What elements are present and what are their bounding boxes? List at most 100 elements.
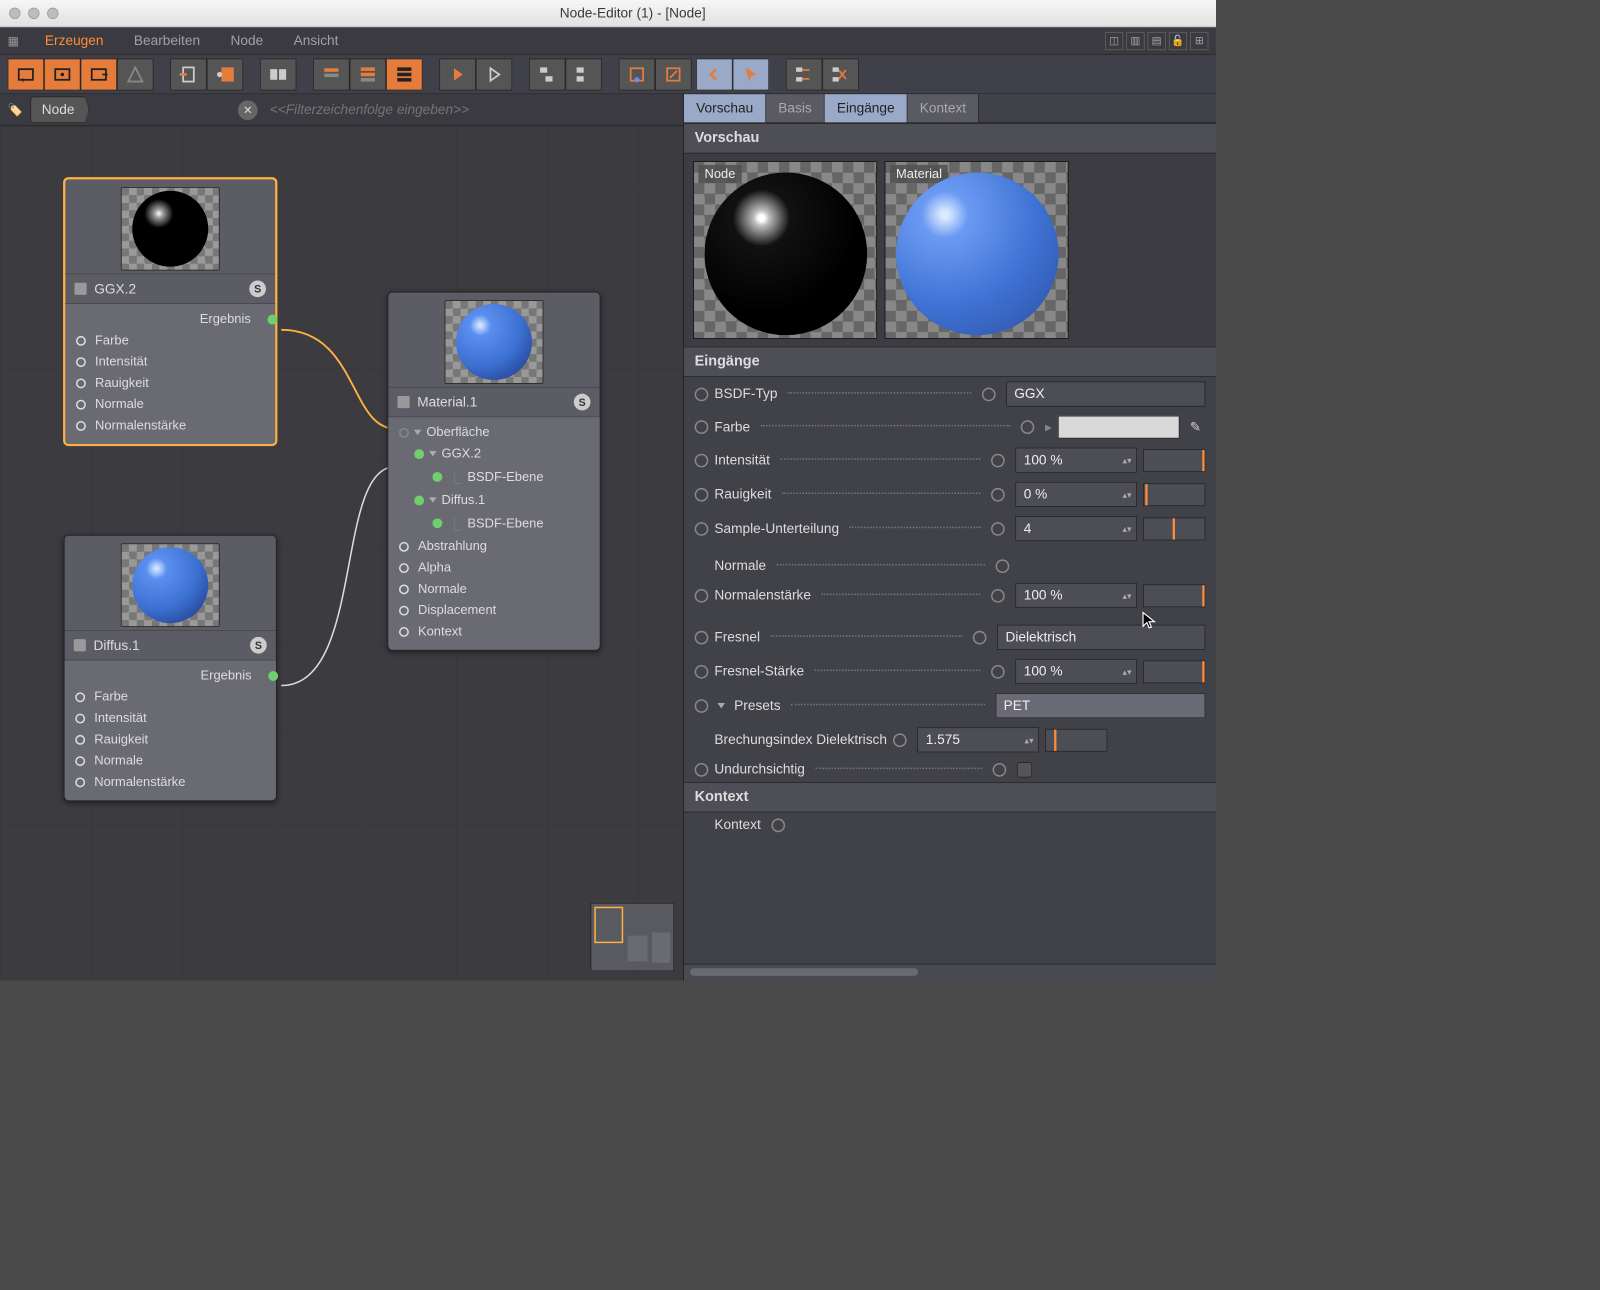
link-icon[interactable] <box>996 559 1010 573</box>
panel-scrollbar[interactable] <box>684 964 1216 981</box>
zoom-window-icon[interactable] <box>47 8 58 19</box>
intensitat-slider[interactable] <box>1143 449 1205 472</box>
solo-badge-icon[interactable]: S <box>250 637 267 654</box>
keyframe-icon[interactable] <box>695 699 709 713</box>
port-farbe[interactable]: Farbe <box>65 686 276 707</box>
toolbar-import[interactable] <box>170 58 206 90</box>
link-icon[interactable] <box>991 522 1005 536</box>
link-icon[interactable] <box>991 453 1005 467</box>
bsdf-typ-dropdown[interactable]: GGX <box>1006 382 1205 407</box>
tree-bsdf2[interactable]: ⎿BSDF-Ebene <box>388 511 599 536</box>
toolbar-route-1[interactable] <box>786 58 822 90</box>
toolbar-list-2[interactable] <box>350 58 386 90</box>
menu-bearbeiten[interactable]: Bearbeiten <box>129 30 204 52</box>
link-icon[interactable] <box>771 818 785 832</box>
toolbar-list-1[interactable] <box>313 58 349 90</box>
port-intensitat[interactable]: Intensität <box>65 351 275 372</box>
port-output-ergebnis[interactable]: Ergebnis <box>65 309 275 330</box>
fresnel-starke-field[interactable]: 100 %▴▾ <box>1015 659 1137 684</box>
close-window-icon[interactable] <box>9 8 20 19</box>
fresnel-dropdown[interactable]: Dielektrisch <box>997 625 1205 650</box>
intensitat-field[interactable]: 100 %▴▾ <box>1015 448 1137 473</box>
toolbar-export[interactable] <box>207 58 243 90</box>
port-alpha[interactable]: Alpha <box>388 557 599 578</box>
filter-input[interactable] <box>262 97 678 122</box>
port-intensitat[interactable]: Intensität <box>65 708 276 729</box>
lock-icon[interactable]: 🔓 <box>1169 32 1187 50</box>
link-icon[interactable] <box>991 589 1005 603</box>
toolbar-pointer[interactable] <box>733 58 769 90</box>
port-normalenstarke[interactable]: Normalenstärke <box>65 415 275 436</box>
preview-node[interactable]: Node <box>693 161 877 339</box>
toolbar-nav-back[interactable] <box>696 58 732 90</box>
app-grid-icon[interactable]: ▦ <box>8 33 19 48</box>
link-icon[interactable] <box>973 630 987 644</box>
link-icon[interactable] <box>991 665 1005 679</box>
keyframe-icon[interactable] <box>695 630 709 644</box>
toolbar-detach[interactable] <box>260 58 296 90</box>
breadcrumb-node[interactable]: Node <box>30 97 89 124</box>
fresnel-starke-slider[interactable] <box>1143 660 1205 683</box>
preview-material[interactable]: Material <box>885 161 1069 339</box>
layout-3-icon[interactable]: ▤ <box>1148 32 1166 50</box>
keyframe-icon[interactable] <box>695 453 709 467</box>
keyframe-icon[interactable] <box>695 420 709 434</box>
port-output-ergebnis[interactable]: Ergebnis <box>65 665 276 686</box>
brechungsindex-field[interactable]: 1.575▴▾ <box>917 727 1039 752</box>
toolbar-align-2[interactable] <box>565 58 601 90</box>
port-normale[interactable]: Normale <box>388 578 599 599</box>
toolbar-play[interactable] <box>439 58 475 90</box>
tab-eingange[interactable]: Eingänge <box>825 94 908 122</box>
port-kontext[interactable]: Kontext <box>388 621 599 642</box>
port-normale[interactable]: Normale <box>65 394 275 415</box>
layout-2-icon[interactable]: ▥ <box>1126 32 1144 50</box>
keyframe-icon[interactable] <box>695 665 709 679</box>
history-icon[interactable]: 🏷️ <box>5 99 26 120</box>
node-diffus1[interactable]: Diffus.1 S Ergebnis Farbe Intensität Rau… <box>64 535 277 801</box>
port-farbe[interactable]: Farbe <box>65 330 275 351</box>
clear-filter-icon[interactable]: ✕ <box>238 100 258 120</box>
normalenstarke-slider[interactable] <box>1143 584 1205 607</box>
tree-diffus1[interactable]: Diffus.1 <box>388 489 599 510</box>
node-ggx2[interactable]: GGX.2 S Ergebnis Farbe Intensität Rauigk… <box>64 178 277 446</box>
menu-erzeugen[interactable]: Erzeugen <box>40 30 108 52</box>
keyframe-icon[interactable] <box>695 589 709 603</box>
node-graph-canvas[interactable]: 🏷️ Node ✕ GGX.2 S Ergebnis Farbe Intensi… <box>0 94 684 980</box>
eyedropper-icon[interactable]: ✎ <box>1186 417 1206 437</box>
minimap[interactable] <box>591 903 675 971</box>
tree-ggx2[interactable]: GGX.2 <box>388 443 599 464</box>
normalenstarke-field[interactable]: 100 %▴▾ <box>1015 583 1137 608</box>
presets-dropdown[interactable]: PET <box>995 693 1205 718</box>
keyframe-icon[interactable] <box>695 387 709 401</box>
tree-oberflache[interactable]: Oberfläche <box>388 422 599 443</box>
port-normale[interactable]: Normale <box>65 750 276 771</box>
toolbar-frame-1[interactable] <box>619 58 655 90</box>
port-abstrahlung[interactable]: Abstrahlung <box>388 536 599 557</box>
minimize-window-icon[interactable] <box>28 8 39 19</box>
menu-ansicht[interactable]: Ansicht <box>289 30 343 52</box>
port-displacement[interactable]: Displacement <box>388 600 599 621</box>
color-swatch[interactable] <box>1058 416 1180 439</box>
sample-slider[interactable] <box>1143 517 1205 540</box>
tree-bsdf1[interactable]: ⎿BSDF-Ebene <box>388 464 599 489</box>
toolbar-play-outline[interactable] <box>476 58 512 90</box>
port-rauigkeit[interactable]: Rauigkeit <box>65 729 276 750</box>
toolbar-triangle[interactable] <box>117 58 153 90</box>
solo-badge-icon[interactable]: S <box>574 394 591 411</box>
brechungsindex-slider[interactable] <box>1045 728 1107 751</box>
port-rauigkeit[interactable]: Rauigkeit <box>65 372 275 393</box>
tab-vorschau[interactable]: Vorschau <box>684 94 766 122</box>
link-icon[interactable] <box>991 488 1005 502</box>
add-panel-icon[interactable]: ⊞ <box>1190 32 1208 50</box>
link-icon[interactable] <box>893 733 907 747</box>
rauigkeit-field[interactable]: 0 %▴▾ <box>1015 482 1137 507</box>
node-material1[interactable]: Material.1 S Oberfläche GGX.2 ⎿BSDF-Eben… <box>388 292 601 651</box>
keyframe-icon[interactable] <box>695 763 709 777</box>
layout-1-icon[interactable]: ◫ <box>1105 32 1123 50</box>
keyframe-icon[interactable] <box>695 522 709 536</box>
expand-icon[interactable] <box>717 703 725 708</box>
toolbar-route-2[interactable] <box>822 58 858 90</box>
menu-node[interactable]: Node <box>226 30 268 52</box>
toolbar-add-node-3[interactable] <box>81 58 117 90</box>
rauigkeit-slider[interactable] <box>1143 483 1205 506</box>
